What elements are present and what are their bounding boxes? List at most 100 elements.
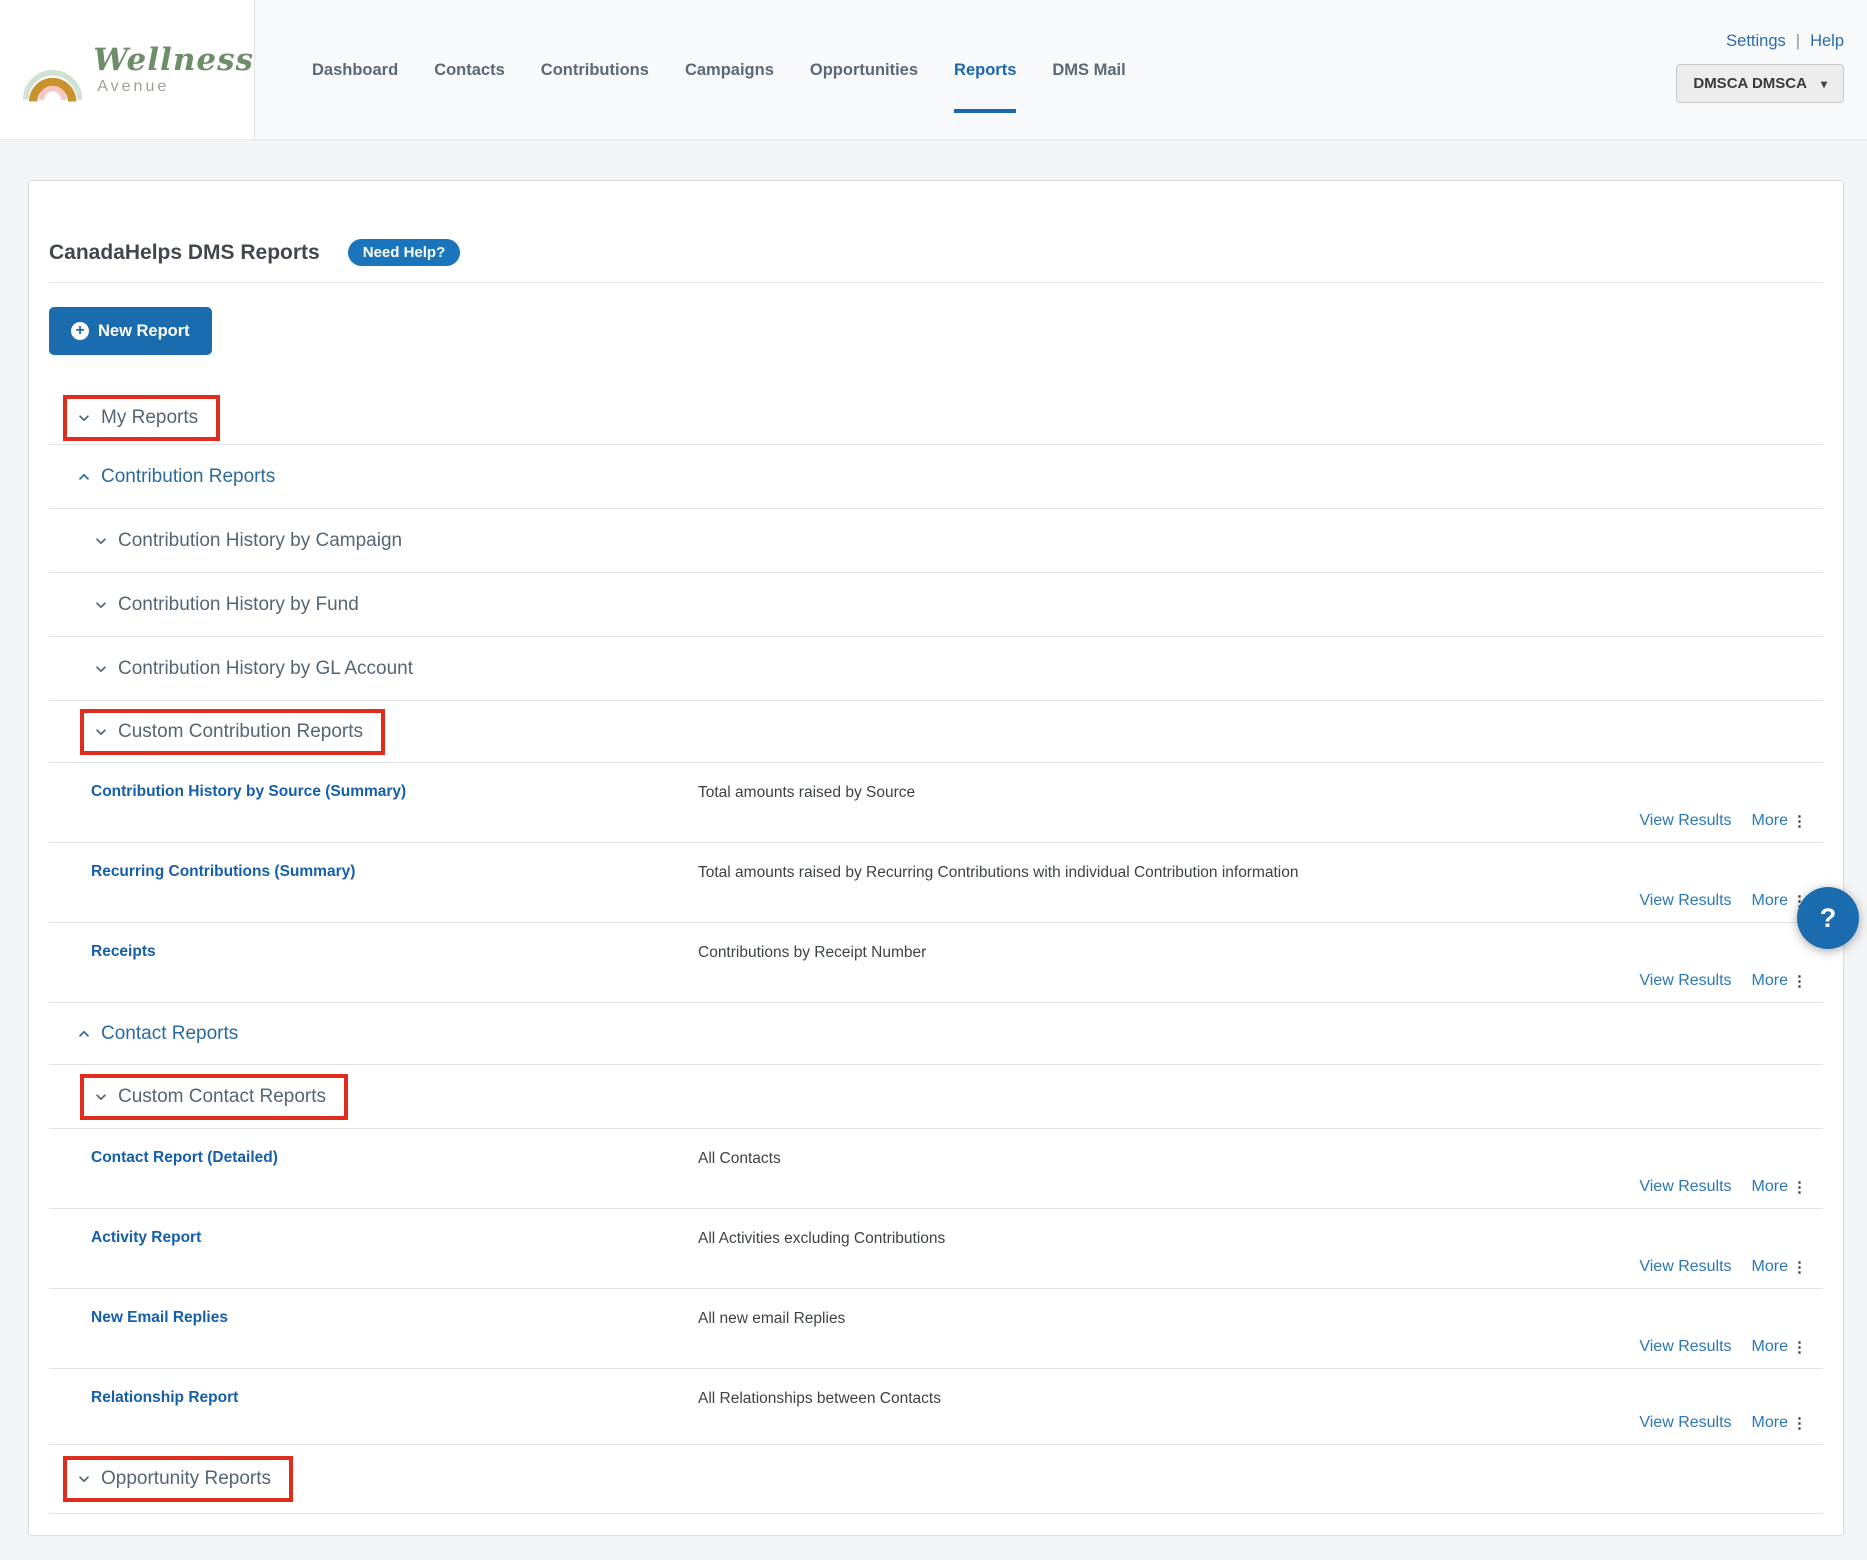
section-toggle-contact-reports[interactable]: Contact Reports: [77, 1023, 238, 1045]
nav-item-campaigns[interactable]: Campaigns: [685, 61, 774, 80]
new-report-button[interactable]: + New Report: [49, 307, 212, 355]
nav-item-opportunities[interactable]: Opportunities: [810, 61, 918, 80]
report-row-receipts: Receipts Contributions by Receipt Number…: [49, 923, 1823, 1003]
help-link[interactable]: Help: [1810, 32, 1844, 50]
section-row-contribution-history-by-gl-account: Contribution History by GL Account: [49, 637, 1823, 701]
new-report-label: New Report: [98, 321, 190, 340]
nav-item-dms-mail[interactable]: DMS Mail: [1052, 61, 1125, 80]
view-results-link[interactable]: View Results: [1639, 972, 1731, 990]
report-description: All Activities excluding Contributions: [698, 1230, 946, 1247]
report-row-new-email-replies: New Email Replies All new email Replies …: [49, 1289, 1823, 1369]
report-description: Total amounts raised by Recurring Contri…: [698, 864, 1299, 881]
section-label: Contribution Reports: [101, 465, 276, 487]
view-results-link[interactable]: View Results: [1639, 812, 1731, 830]
more-link[interactable]: More ⋮: [1752, 972, 1807, 990]
view-results-link[interactable]: View Results: [1639, 892, 1731, 910]
need-help-badge[interactable]: Need Help?: [347, 239, 461, 266]
chevron-down-icon: [96, 537, 106, 544]
more-link[interactable]: More ⋮: [1752, 1178, 1807, 1196]
section-label: Contribution History by GL Account: [118, 657, 413, 679]
report-title-link[interactable]: Contribution History by Source (Summary): [91, 783, 406, 801]
view-results-link[interactable]: View Results: [1639, 1338, 1731, 1356]
more-link[interactable]: More ⋮: [1752, 1414, 1807, 1432]
section-label: Custom Contribution Reports: [118, 720, 363, 742]
section-label: My Reports: [101, 406, 199, 428]
report-row-recurring-contributions: Recurring Contributions (Summary) Total …: [49, 843, 1823, 923]
brand-name: Wellness: [93, 41, 254, 78]
chevron-down-icon: [79, 414, 89, 421]
title-divider: [49, 282, 1823, 283]
report-row-relationship-report: Relationship Report All Relationships be…: [49, 1369, 1823, 1445]
report-row-activity-report: Activity Report All Activities excluding…: [49, 1209, 1823, 1289]
section-toggle-opportunity-reports[interactable]: Opportunity Reports: [63, 1456, 294, 1502]
subsection-toggle-custom-contribution-reports[interactable]: Custom Contribution Reports: [80, 708, 385, 755]
settings-link[interactable]: Settings: [1726, 32, 1786, 50]
report-title-link[interactable]: Activity Report: [91, 1229, 201, 1247]
view-results-link[interactable]: View Results: [1639, 1258, 1731, 1276]
report-title-link[interactable]: Receipts: [91, 943, 156, 961]
floating-help-button[interactable]: ?: [1797, 887, 1859, 949]
plus-icon: +: [71, 322, 89, 340]
subsection-toggle-contribution-history-by-gl-account[interactable]: Contribution History by GL Account: [94, 658, 413, 680]
chevron-down-icon: [96, 1093, 106, 1100]
settings-help-separator: |: [1795, 32, 1801, 50]
more-menu-icon: ⋮: [1792, 1179, 1807, 1196]
main-nav: Dashboard Contacts Contributions Campaig…: [312, 0, 1126, 140]
nav-item-reports[interactable]: Reports: [954, 61, 1017, 113]
section-row-contribution-history-by-campaign: Contribution History by Campaign: [49, 509, 1823, 573]
subsection-toggle-contribution-history-by-fund[interactable]: Contribution History by Fund: [94, 594, 359, 616]
more-link[interactable]: More ⋮: [1752, 1258, 1807, 1276]
report-title-link[interactable]: New Email Replies: [91, 1309, 228, 1327]
section-row-custom-contribution-reports: Custom Contribution Reports: [49, 701, 1823, 763]
more-menu-icon: ⋮: [1792, 813, 1807, 830]
section-row-opportunity-reports: Opportunity Reports: [49, 1445, 1823, 1514]
section-row-contact-reports: Contact Reports: [49, 1003, 1823, 1065]
more-menu-icon: ⋮: [1792, 1259, 1807, 1276]
section-label: Opportunity Reports: [101, 1468, 272, 1489]
section-label: Contribution History by Fund: [118, 593, 359, 615]
report-row-contribution-history-by-source: Contribution History by Source (Summary)…: [49, 763, 1823, 843]
report-description: Contributions by Receipt Number: [698, 944, 927, 961]
account-menu-button[interactable]: DMSCA DMSCA ▾: [1676, 64, 1844, 103]
section-label: Contribution History by Campaign: [118, 529, 403, 551]
top-nav: Wellness Avenue Dashboard Contacts Contr…: [0, 0, 1867, 140]
report-description: All Contacts: [698, 1150, 781, 1167]
section-row-custom-contact-reports: Custom Contact Reports: [49, 1065, 1823, 1129]
report-title-link[interactable]: Relationship Report: [91, 1389, 238, 1407]
more-menu-icon: ⋮: [1792, 973, 1807, 990]
more-link[interactable]: More ⋮: [1752, 812, 1807, 830]
section-toggle-my-reports[interactable]: My Reports: [63, 394, 221, 441]
section-label: Contact Reports: [101, 1022, 239, 1044]
section-toggle-contribution-reports[interactable]: Contribution Reports: [77, 466, 275, 488]
section-row-contribution-reports: Contribution Reports: [49, 445, 1823, 509]
brand-subname: Avenue: [97, 77, 170, 95]
chevron-up-icon: [79, 473, 89, 480]
report-description: All Relationships between Contacts: [698, 1390, 941, 1407]
reports-card: CanadaHelps DMS Reports Need Help? + New…: [28, 180, 1844, 1536]
more-menu-icon: ⋮: [1792, 1415, 1807, 1432]
chevron-down-icon: [96, 728, 106, 735]
section-label: Custom Contact Reports: [118, 1085, 327, 1107]
report-description: All new email Replies: [698, 1310, 846, 1327]
view-results-link[interactable]: View Results: [1639, 1414, 1731, 1432]
nav-item-contributions[interactable]: Contributions: [541, 61, 649, 80]
view-results-link[interactable]: View Results: [1639, 1178, 1731, 1196]
reports-list: My Reports Contribution Reports Contribu…: [49, 391, 1823, 1514]
account-name: DMSCA DMSCA: [1693, 75, 1807, 92]
subsection-toggle-custom-contact-reports[interactable]: Custom Contact Reports: [80, 1073, 349, 1120]
more-link[interactable]: More ⋮: [1752, 1338, 1807, 1356]
report-title-link[interactable]: Contact Report (Detailed): [91, 1149, 278, 1167]
nav-item-dashboard[interactable]: Dashboard: [312, 61, 398, 80]
caret-down-icon: ▾: [1820, 76, 1827, 91]
section-row-my-reports: My Reports: [49, 391, 1823, 445]
subsection-toggle-contribution-history-by-campaign[interactable]: Contribution History by Campaign: [94, 530, 402, 552]
chevron-down-icon: [96, 665, 106, 672]
rainbow-logo-icon: [22, 69, 83, 102]
header-right: Settings | Help DMSCA DMSCA ▾: [1676, 32, 1844, 103]
chevron-up-icon: [79, 1030, 89, 1037]
nav-item-contacts[interactable]: Contacts: [434, 61, 505, 80]
brand-logo: Wellness Avenue: [0, 0, 255, 139]
report-title-link[interactable]: Recurring Contributions (Summary): [91, 863, 355, 881]
chevron-down-icon: [96, 601, 106, 608]
section-row-contribution-history-by-fund: Contribution History by Fund: [49, 573, 1823, 637]
